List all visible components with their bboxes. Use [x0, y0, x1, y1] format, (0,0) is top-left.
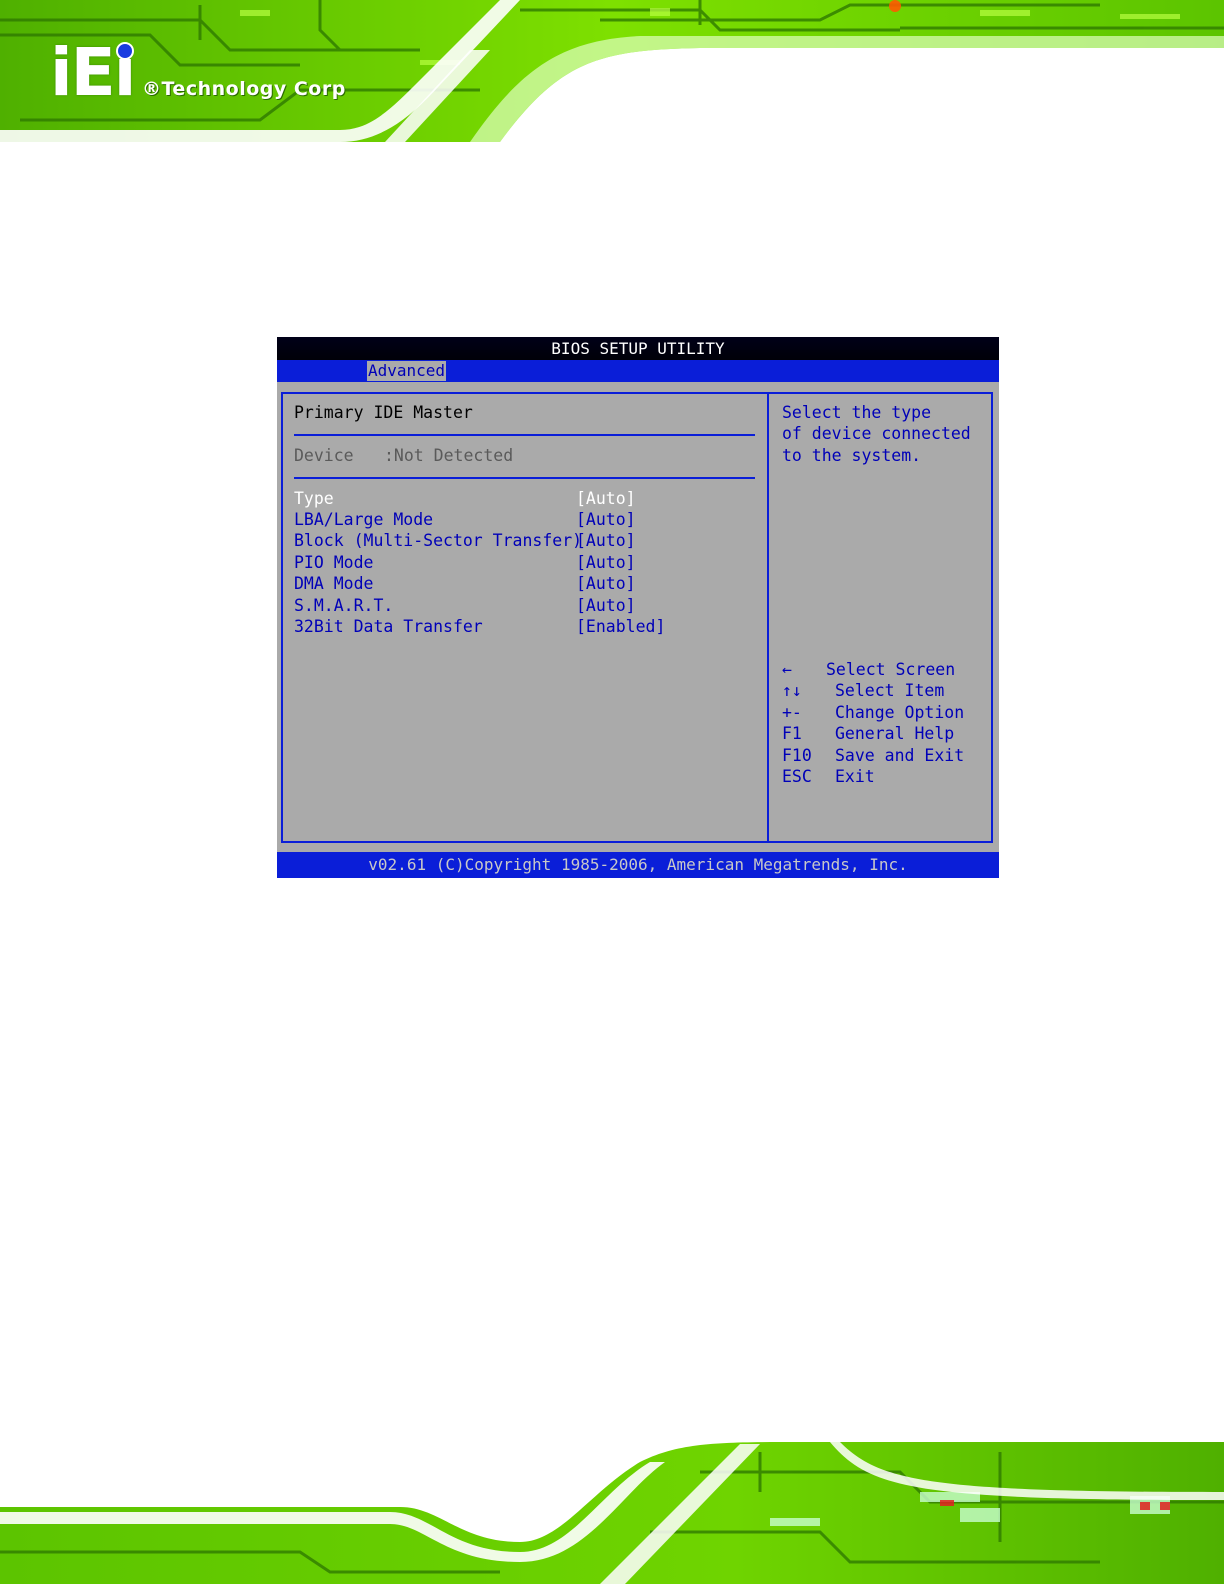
bios-menu-bar: Advanced [277, 360, 999, 382]
help-text-line: to the system. [782, 446, 922, 465]
section-title: Primary IDE Master [294, 403, 473, 422]
company-logo: iEi ®Technology Corp [50, 40, 380, 110]
bios-copyright-footer: v02.61 (C)Copyright 1985-2006, American … [277, 852, 999, 878]
setting-block-value[interactable]: [Auto] [576, 530, 636, 551]
key-action-exit: Exit [835, 767, 875, 786]
help-text-line: Select the type [782, 403, 932, 422]
f1-key: F1 [782, 724, 802, 743]
logo-tagline: ®Technology Corp [142, 78, 346, 100]
key-action-select-item: Select Item [835, 681, 945, 700]
key-action-select-screen: Select Screen [826, 660, 956, 679]
logo-dot [116, 42, 134, 60]
device-value: :Not Detected [384, 446, 514, 465]
setting-dma-value[interactable]: [Auto] [576, 573, 636, 594]
setting-dma-label[interactable]: DMA Mode [294, 573, 373, 594]
setting-32bit-value[interactable]: [Enabled] [576, 616, 665, 637]
setting-pio-value[interactable]: [Auto] [576, 552, 636, 573]
setting-pio-label[interactable]: PIO Mode [294, 552, 373, 573]
divider-line [294, 477, 755, 479]
manual-page: iEi ®Technology Corp BIOS SETUP UTILITY … [0, 0, 1224, 1584]
panel-divider [767, 392, 769, 843]
device-label: Device [294, 446, 354, 465]
f10-key: F10 [782, 746, 812, 765]
divider-line [294, 434, 755, 436]
tab-advanced[interactable]: Advanced [367, 361, 447, 381]
setting-lba-label[interactable]: LBA/Large Mode [294, 509, 433, 530]
left-arrow-key: ← [782, 660, 792, 679]
setting-32bit-label[interactable]: 32Bit Data Transfer [294, 616, 483, 637]
setting-type-label[interactable]: Type [294, 488, 334, 509]
setting-block-label[interactable]: Block (Multi-Sector Transfer) [294, 530, 582, 551]
key-action-general-help: General Help [835, 724, 955, 743]
footer-banner [0, 1432, 1224, 1584]
bios-body: Primary IDE Master Device :Not Detected … [277, 382, 999, 852]
esc-key: ESC [782, 767, 812, 786]
bios-screen: BIOS SETUP UTILITY Advanced Primary IDE … [277, 337, 999, 878]
plus-minus-key: +- [782, 703, 802, 722]
up-down-arrow-key: ↑↓ [782, 681, 802, 700]
setting-lba-value[interactable]: [Auto] [576, 509, 636, 530]
bios-title: BIOS SETUP UTILITY [277, 337, 999, 360]
setting-type-value[interactable]: [Auto] [576, 488, 636, 509]
setting-smart-label[interactable]: S.M.A.R.T. [294, 595, 393, 616]
help-text-line: of device connected [782, 424, 971, 443]
setting-smart-value[interactable]: [Auto] [576, 595, 636, 616]
key-action-save-exit: Save and Exit [835, 746, 965, 765]
header-banner: iEi ®Technology Corp [0, 0, 1224, 142]
key-action-change-option: Change Option [835, 703, 965, 722]
